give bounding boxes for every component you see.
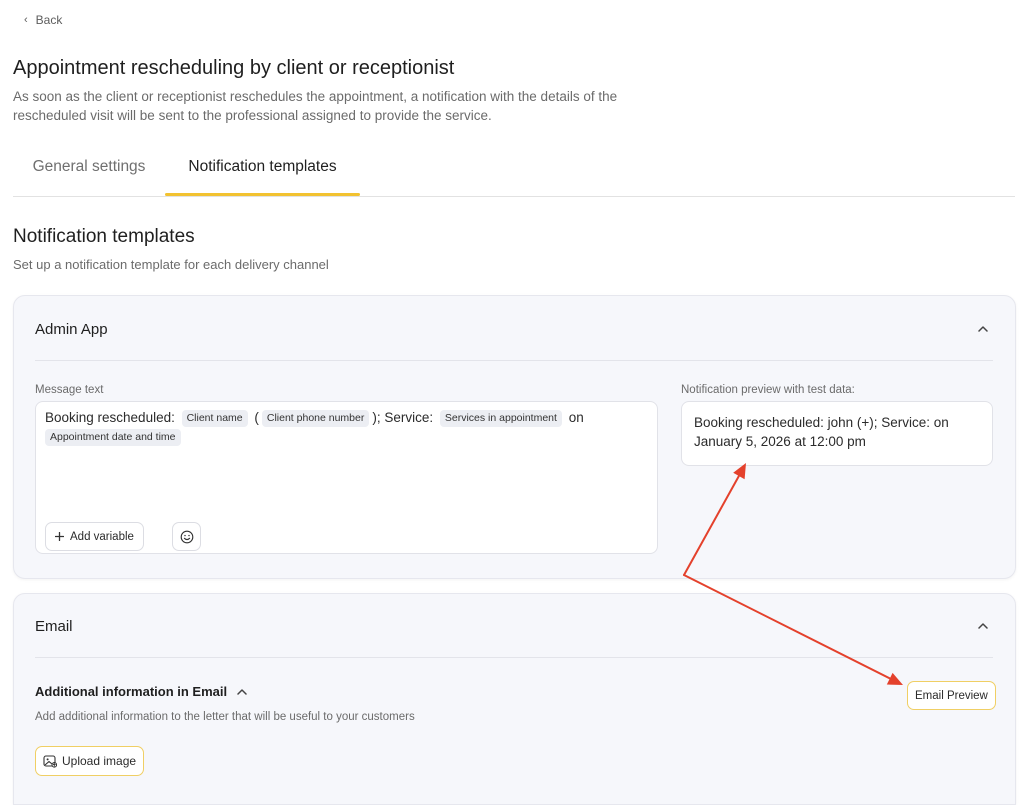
additional-info-title: Additional information in Email bbox=[35, 684, 228, 699]
email-divider bbox=[35, 657, 993, 658]
variable-chip-date-time[interactable]: Appointment date and time bbox=[45, 429, 181, 446]
message-text-part: Booking rescheduled: bbox=[45, 410, 179, 425]
email-preview-button[interactable]: Email Preview bbox=[907, 681, 996, 710]
admin-app-card: Admin App Message text Booking reschedul… bbox=[13, 295, 1016, 579]
email-card: Email Additional information in Email Ad… bbox=[13, 593, 1016, 805]
message-text-part: ); Service: bbox=[372, 410, 437, 425]
additional-info-description: Add additional information to the letter… bbox=[35, 711, 415, 723]
additional-info-toggle[interactable]: Additional information in Email bbox=[35, 684, 247, 699]
message-line: Appointment date and time bbox=[45, 427, 648, 446]
page-description: As soon as the client or receptionist re… bbox=[13, 89, 618, 123]
upload-image-label: Upload image bbox=[62, 754, 137, 768]
message-text-label: Message text bbox=[35, 384, 104, 396]
back-label: Back bbox=[35, 13, 63, 27]
notification-preview: Booking rescheduled: john (+); Service: … bbox=[681, 401, 993, 466]
add-variable-button[interactable]: Add variable bbox=[45, 522, 144, 551]
page-title: Appointment rescheduling by client or re… bbox=[13, 57, 455, 79]
chevron-left-icon: ‹ bbox=[24, 13, 28, 26]
admin-app-divider bbox=[35, 360, 993, 361]
back-link[interactable]: ‹ Back bbox=[24, 13, 62, 27]
section-subtitle: Set up a notification template for each … bbox=[13, 257, 329, 272]
message-line: Booking rescheduled: Client name (Client… bbox=[45, 408, 648, 427]
admin-app-collapse-button[interactable] bbox=[975, 320, 991, 336]
upload-image-button[interactable]: Upload image bbox=[35, 746, 145, 776]
add-variable-label: Add variable bbox=[70, 530, 134, 543]
message-text-part: on bbox=[564, 410, 584, 425]
variable-chip-client-name[interactable]: Client name bbox=[181, 410, 248, 427]
chevron-up-icon bbox=[237, 689, 247, 695]
section-title: Notification templates bbox=[13, 226, 195, 247]
admin-app-title: Admin App bbox=[35, 321, 108, 338]
email-title: Email bbox=[35, 618, 73, 635]
variable-chip-services[interactable]: Services in appointment bbox=[439, 410, 562, 427]
image-upload-icon bbox=[43, 755, 57, 768]
tab-notification-templates[interactable]: Notification templates bbox=[165, 140, 360, 196]
smiley-icon bbox=[180, 530, 193, 543]
preview-label: Notification preview with test data: bbox=[681, 384, 855, 396]
plus-icon bbox=[55, 532, 64, 541]
email-collapse-button[interactable] bbox=[975, 617, 991, 633]
variable-chip-client-phone[interactable]: Client phone number bbox=[261, 410, 370, 427]
emoji-button[interactable] bbox=[172, 522, 201, 551]
chevron-up-icon bbox=[978, 622, 988, 629]
tab-bar: General settings Notification templates bbox=[13, 140, 1015, 197]
message-text-editor[interactable]: Booking rescheduled: Client name (Client… bbox=[35, 401, 658, 554]
message-text-part: ( bbox=[250, 410, 259, 425]
chevron-up-icon bbox=[978, 325, 988, 332]
tab-general-settings[interactable]: General settings bbox=[13, 140, 165, 194]
